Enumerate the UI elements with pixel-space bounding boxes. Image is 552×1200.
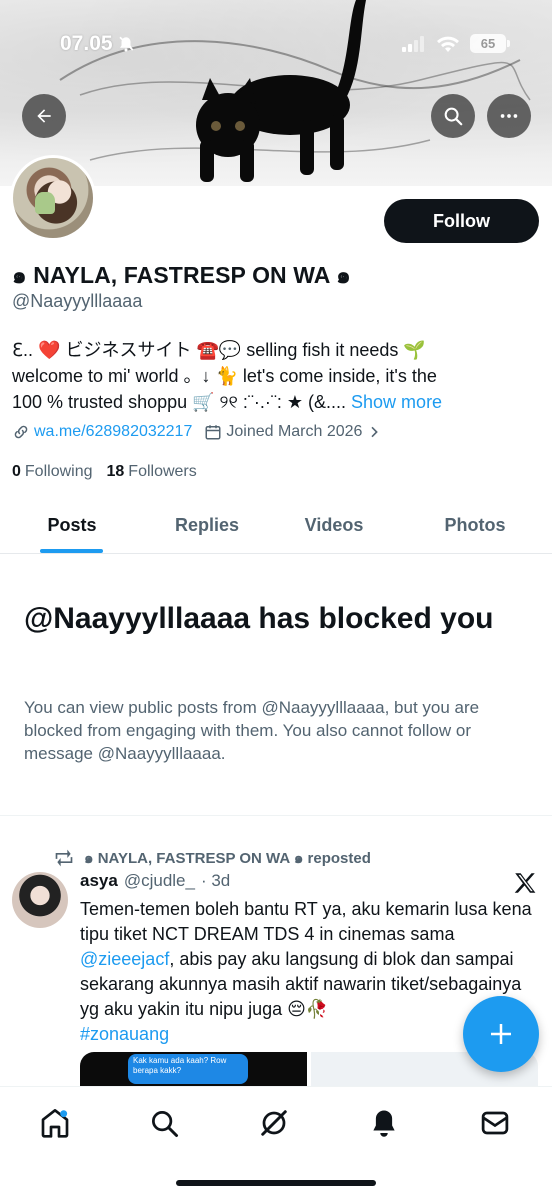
following-count[interactable]: 0 Following: [12, 463, 93, 481]
nav-notifications[interactable]: [366, 1105, 402, 1141]
nav-messages[interactable]: [477, 1105, 513, 1141]
repost-icon: [55, 849, 73, 867]
home-icon: [41, 1109, 69, 1138]
system-indicators: 65: [402, 34, 510, 53]
nav-grok[interactable]: [256, 1105, 292, 1141]
profile-tabs: Posts Replies Videos Photos: [0, 498, 552, 554]
messages-icon: [481, 1111, 509, 1135]
bio-line-1: ℇ.. ❤️ ビジネスサイト ☎️💬 selling fish it needs…: [12, 340, 426, 360]
profile-meta: wa.me/628982032217 Joined March 2026: [12, 423, 382, 441]
silent-mode-icon: [118, 36, 133, 52]
post-author-name[interactable]: asya: [80, 871, 118, 891]
grok-icon: [261, 1110, 287, 1136]
profile-avatar[interactable]: [10, 155, 96, 241]
followers-count[interactable]: 18 Followers: [107, 463, 197, 481]
tab-replies[interactable]: Replies: [158, 498, 256, 553]
avatar-photo-detail: [35, 192, 55, 214]
repost-indicator: ๑ NAYLA, FASTRESP ON WA ๑ reposted: [54, 846, 371, 870]
status-bar: 07.05 65: [0, 0, 552, 90]
post-media-image-1[interactable]: Kak kamu ada kaah? Row berapa kakk?: [80, 1052, 307, 1090]
show-more-link[interactable]: Show more: [351, 392, 442, 412]
follow-counts: 0 Following 18 Followers: [12, 463, 197, 481]
x-logo-icon: [514, 873, 536, 893]
more-options-button[interactable]: [487, 94, 531, 138]
post-author-avatar[interactable]: [12, 872, 68, 928]
more-icon: [500, 114, 518, 118]
follow-button[interactable]: Follow: [384, 199, 539, 243]
battery-indicator: 65: [470, 34, 510, 53]
tab-videos[interactable]: Videos: [290, 498, 378, 553]
search-button[interactable]: [431, 94, 475, 138]
media-chat-bubble: Kak kamu ada kaah? Row berapa kakk?: [128, 1054, 248, 1084]
tab-photos[interactable]: Photos: [428, 498, 522, 553]
explore-icon: [152, 1111, 178, 1137]
nav-home[interactable]: [37, 1105, 73, 1141]
chevron-right-icon: [371, 426, 379, 438]
post-media[interactable]: Kak kamu ada kaah? Row berapa kakk?: [80, 1052, 538, 1090]
back-button[interactable]: [22, 94, 66, 138]
notifications-icon: [373, 1110, 395, 1137]
wifi-icon: [437, 36, 459, 52]
post-mention-link[interactable]: @zieeejacf: [80, 949, 169, 969]
profile-handle: @Naayyylllaaaa: [12, 291, 143, 311]
status-time: 07.05: [60, 32, 135, 56]
nav-explore[interactable]: [146, 1105, 182, 1141]
blocked-title: @Naayyylllaaaa has blocked you: [24, 602, 494, 635]
blocked-description: You can view public posts from @Naayyyll…: [24, 698, 480, 763]
plus-icon: [491, 1024, 511, 1044]
link-icon: [14, 425, 28, 439]
profile-bio: ℇ.. ❤️ ビジネスサイト ☎️💬 selling fish it needs…: [12, 337, 492, 415]
cellular-signal-icon: [402, 35, 424, 52]
joined-date[interactable]: Joined March 2026: [226, 423, 362, 441]
profile-display-name: ๑ NAYLA, FASTRESP ON WA ๑: [12, 262, 351, 288]
home-indicator: [176, 1180, 376, 1186]
calendar-icon: [205, 425, 221, 440]
post-author-handle[interactable]: @cjudle_: [124, 871, 195, 891]
post-age: · 3d: [200, 871, 231, 890]
section-divider: [0, 815, 552, 816]
active-tab-indicator: [40, 549, 103, 553]
post-hashtag-link[interactable]: #zonauang: [80, 1024, 169, 1044]
search-icon: [444, 107, 463, 126]
bio-line-2: welcome to mi' world 。↓ 🐈 let's come ins…: [12, 366, 437, 386]
profile-website-link[interactable]: wa.me/628982032217: [34, 423, 192, 441]
compose-post-button[interactable]: [463, 996, 539, 1072]
post-header: asya @cjudle_ · 3d: [80, 871, 230, 891]
tab-posts[interactable]: Posts: [30, 498, 114, 553]
avatar-photo: [21, 164, 91, 234]
back-arrow-icon: [37, 109, 51, 123]
bio-line-3: 100 % trusted shoppu 🛒 ୨୧ :¨·.·¨: ★ (&..…: [12, 392, 443, 412]
